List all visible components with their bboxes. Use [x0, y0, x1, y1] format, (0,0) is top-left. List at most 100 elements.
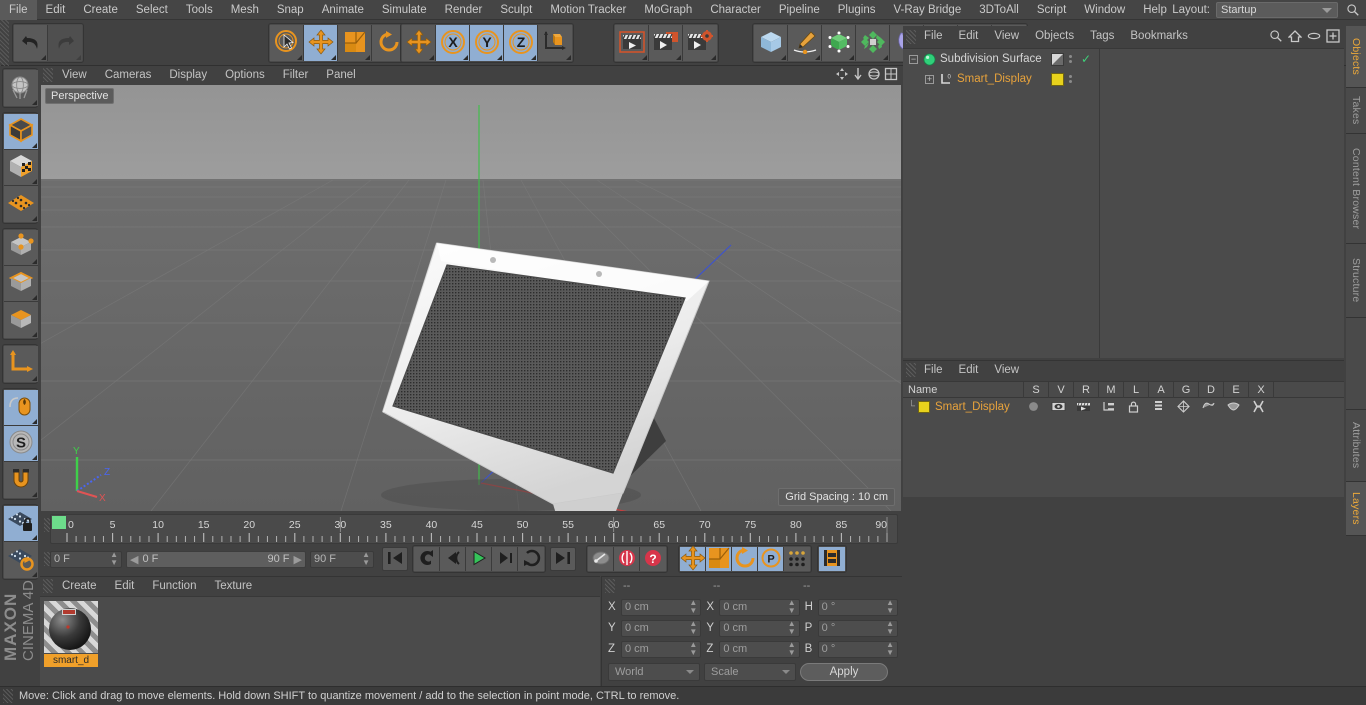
scale-key-toggle[interactable] — [706, 547, 732, 571]
menu-item-v-ray-bridge[interactable]: V-Ray Bridge — [884, 0, 970, 20]
vertical-tab-objects[interactable]: Objects — [1346, 26, 1366, 88]
move-tool[interactable] — [304, 25, 338, 61]
enable-axis-button[interactable] — [4, 346, 38, 382]
vertical-tab-content-browser[interactable]: Content Browser — [1346, 134, 1366, 244]
menu-item-window[interactable]: Window — [1075, 0, 1134, 20]
menu-item-character[interactable]: Character — [701, 0, 770, 20]
spinner-icon[interactable]: ▲ ▼ — [110, 551, 118, 567]
menu-item-mesh[interactable]: Mesh — [222, 0, 268, 20]
material-grip[interactable] — [43, 579, 53, 593]
material-list[interactable]: smart_d — [40, 596, 600, 686]
vertical-tab-attributes[interactable]: Attributes — [1346, 410, 1366, 482]
status-grip[interactable] — [3, 689, 13, 703]
layer-header-s[interactable]: S — [1024, 381, 1049, 398]
spinner-icon[interactable]: ▲ ▼ — [886, 620, 894, 636]
go-to-previous-key-button[interactable] — [414, 547, 440, 571]
menu-item-texture[interactable]: Texture — [205, 577, 261, 595]
material-item[interactable]: smart_d — [44, 601, 98, 667]
add-spline-button[interactable] — [788, 25, 822, 61]
menu-item-objects[interactable]: Objects — [1027, 26, 1082, 47]
object-row[interactable]: − Subdivision Surface ✓ — [903, 49, 1344, 69]
render-view-button[interactable] — [615, 25, 649, 61]
spinner-icon[interactable]: ▲ ▼ — [689, 641, 697, 657]
max-frame-field[interactable]: 90 F ▲ ▼ — [310, 550, 374, 568]
menu-item-select[interactable]: Select — [127, 0, 177, 20]
scale-tool[interactable] — [338, 25, 372, 61]
layer-cell-render-clapboard[interactable] — [1071, 400, 1096, 413]
menu-item-view[interactable]: View — [53, 66, 96, 84]
menu-item-cameras[interactable]: Cameras — [96, 66, 161, 84]
menu-item-view[interactable]: View — [986, 361, 1027, 379]
zoom-icon[interactable] — [852, 67, 864, 81]
object-tag-swatch[interactable] — [1051, 72, 1064, 86]
position-key-toggle[interactable] — [679, 544, 706, 571]
vertical-tab-takes[interactable]: Takes — [1346, 88, 1366, 134]
menu-item-pipeline[interactable]: Pipeline — [770, 0, 829, 20]
object-enabled-check-icon[interactable]: ✓ — [1081, 52, 1091, 66]
viewport-grip[interactable] — [43, 68, 53, 82]
ellipse-icon[interactable] — [1307, 29, 1321, 43]
undo-button[interactable] — [14, 25, 48, 61]
menu-item-tools[interactable]: Tools — [177, 0, 222, 20]
magnet-tool-button[interactable] — [4, 462, 38, 498]
spinner-icon[interactable]: ▲ ▼ — [788, 620, 796, 636]
rotation-key-toggle[interactable] — [732, 546, 758, 571]
point-level-animation-toggle[interactable] — [784, 547, 810, 571]
coordinate-system-dropdown[interactable]: World — [608, 663, 700, 681]
layer-cell-expression-icon[interactable] — [1221, 400, 1246, 413]
object-manager-grip[interactable] — [906, 29, 916, 44]
object-expander[interactable]: + — [925, 74, 934, 84]
layer-header-e[interactable]: E — [1224, 381, 1249, 398]
menu-item-sculpt[interactable]: Sculpt — [491, 0, 541, 20]
search-icon[interactable] — [1269, 29, 1283, 43]
layer-color-swatch[interactable] — [918, 400, 930, 413]
autokeying-button[interactable] — [614, 547, 640, 571]
lock-z-axis[interactable]: Z — [504, 25, 538, 61]
layer-cell-lock-icon[interactable] — [1121, 400, 1146, 413]
timeline-ruler[interactable]: 0 5 10 15 20 25 30 35 40 45 50 55 60 65 70 75 80 85 90 — [50, 514, 898, 544]
layer-header-g[interactable]: G — [1174, 381, 1199, 398]
lock-y-axis[interactable]: Y — [470, 25, 504, 61]
workplane-mode-button[interactable] — [4, 186, 38, 222]
coordinates-grip[interactable] — [605, 579, 615, 593]
polygons-mode-button[interactable] — [4, 302, 38, 338]
preview-range-bar[interactable]: ◀ 0 F 90 F ▶ — [126, 550, 306, 568]
menu-item-render[interactable]: Render — [436, 0, 492, 20]
toolbar-grip[interactable] — [0, 20, 9, 66]
render-settings-button[interactable] — [683, 25, 717, 61]
pan-icon[interactable] — [835, 67, 849, 81]
menu-item-view[interactable]: View — [986, 26, 1027, 47]
menu-item-file[interactable]: File — [916, 26, 951, 47]
go-to-end-button[interactable] — [550, 547, 576, 571]
viewport-3d-canvas[interactable]: Perspective Y Z X Grid Spacing: 10 cm — [41, 85, 901, 511]
layer-cell-xref-icon[interactable] — [1246, 400, 1271, 413]
layer-cell-animation-icon[interactable] — [1146, 400, 1171, 413]
layer-manager-grip[interactable] — [906, 363, 916, 377]
play-button[interactable] — [466, 547, 492, 571]
go-to-previous-frame-button[interactable] — [440, 547, 466, 571]
menu-item-simulate[interactable]: Simulate — [373, 0, 436, 20]
position-y-input[interactable]: 0 cm ▲ ▼ — [621, 619, 702, 637]
menu-item-panel[interactable]: Panel — [317, 66, 364, 84]
make-editable-button[interactable] — [4, 70, 38, 106]
rotate-view-icon[interactable] — [867, 67, 881, 81]
menu-item-script[interactable]: Script — [1028, 0, 1075, 20]
layer-cell-generator-icon[interactable] — [1171, 400, 1196, 413]
menu-item-function[interactable]: Function — [143, 577, 205, 595]
add-deformer-button[interactable] — [856, 25, 890, 61]
menu-item-3dtoall[interactable]: 3DToAll — [970, 0, 1028, 20]
layer-list[interactable]: └ Smart_Display — [903, 398, 1344, 497]
object-visibility-dots[interactable] — [1069, 55, 1072, 63]
menu-item-file[interactable]: File — [916, 361, 951, 379]
size-z-input[interactable]: 0 cm ▲ ▼ — [719, 640, 800, 658]
model-mode-button[interactable] — [4, 114, 38, 150]
spinner-icon[interactable]: ▲ ▼ — [886, 599, 894, 615]
vertical-tab-structure[interactable]: Structure — [1346, 244, 1366, 318]
layer-header-v[interactable]: V — [1049, 381, 1074, 398]
size-mode-dropdown[interactable]: Scale — [704, 663, 796, 681]
spinner-icon[interactable]: ▲ ▼ — [886, 641, 894, 657]
object-visibility-dots[interactable] — [1069, 75, 1072, 83]
live-selection-tool[interactable] — [270, 25, 304, 61]
object-tag-swatch[interactable] — [1051, 52, 1064, 66]
rotation-p-input[interactable]: 0 ° ▲ ▼ — [817, 619, 898, 637]
